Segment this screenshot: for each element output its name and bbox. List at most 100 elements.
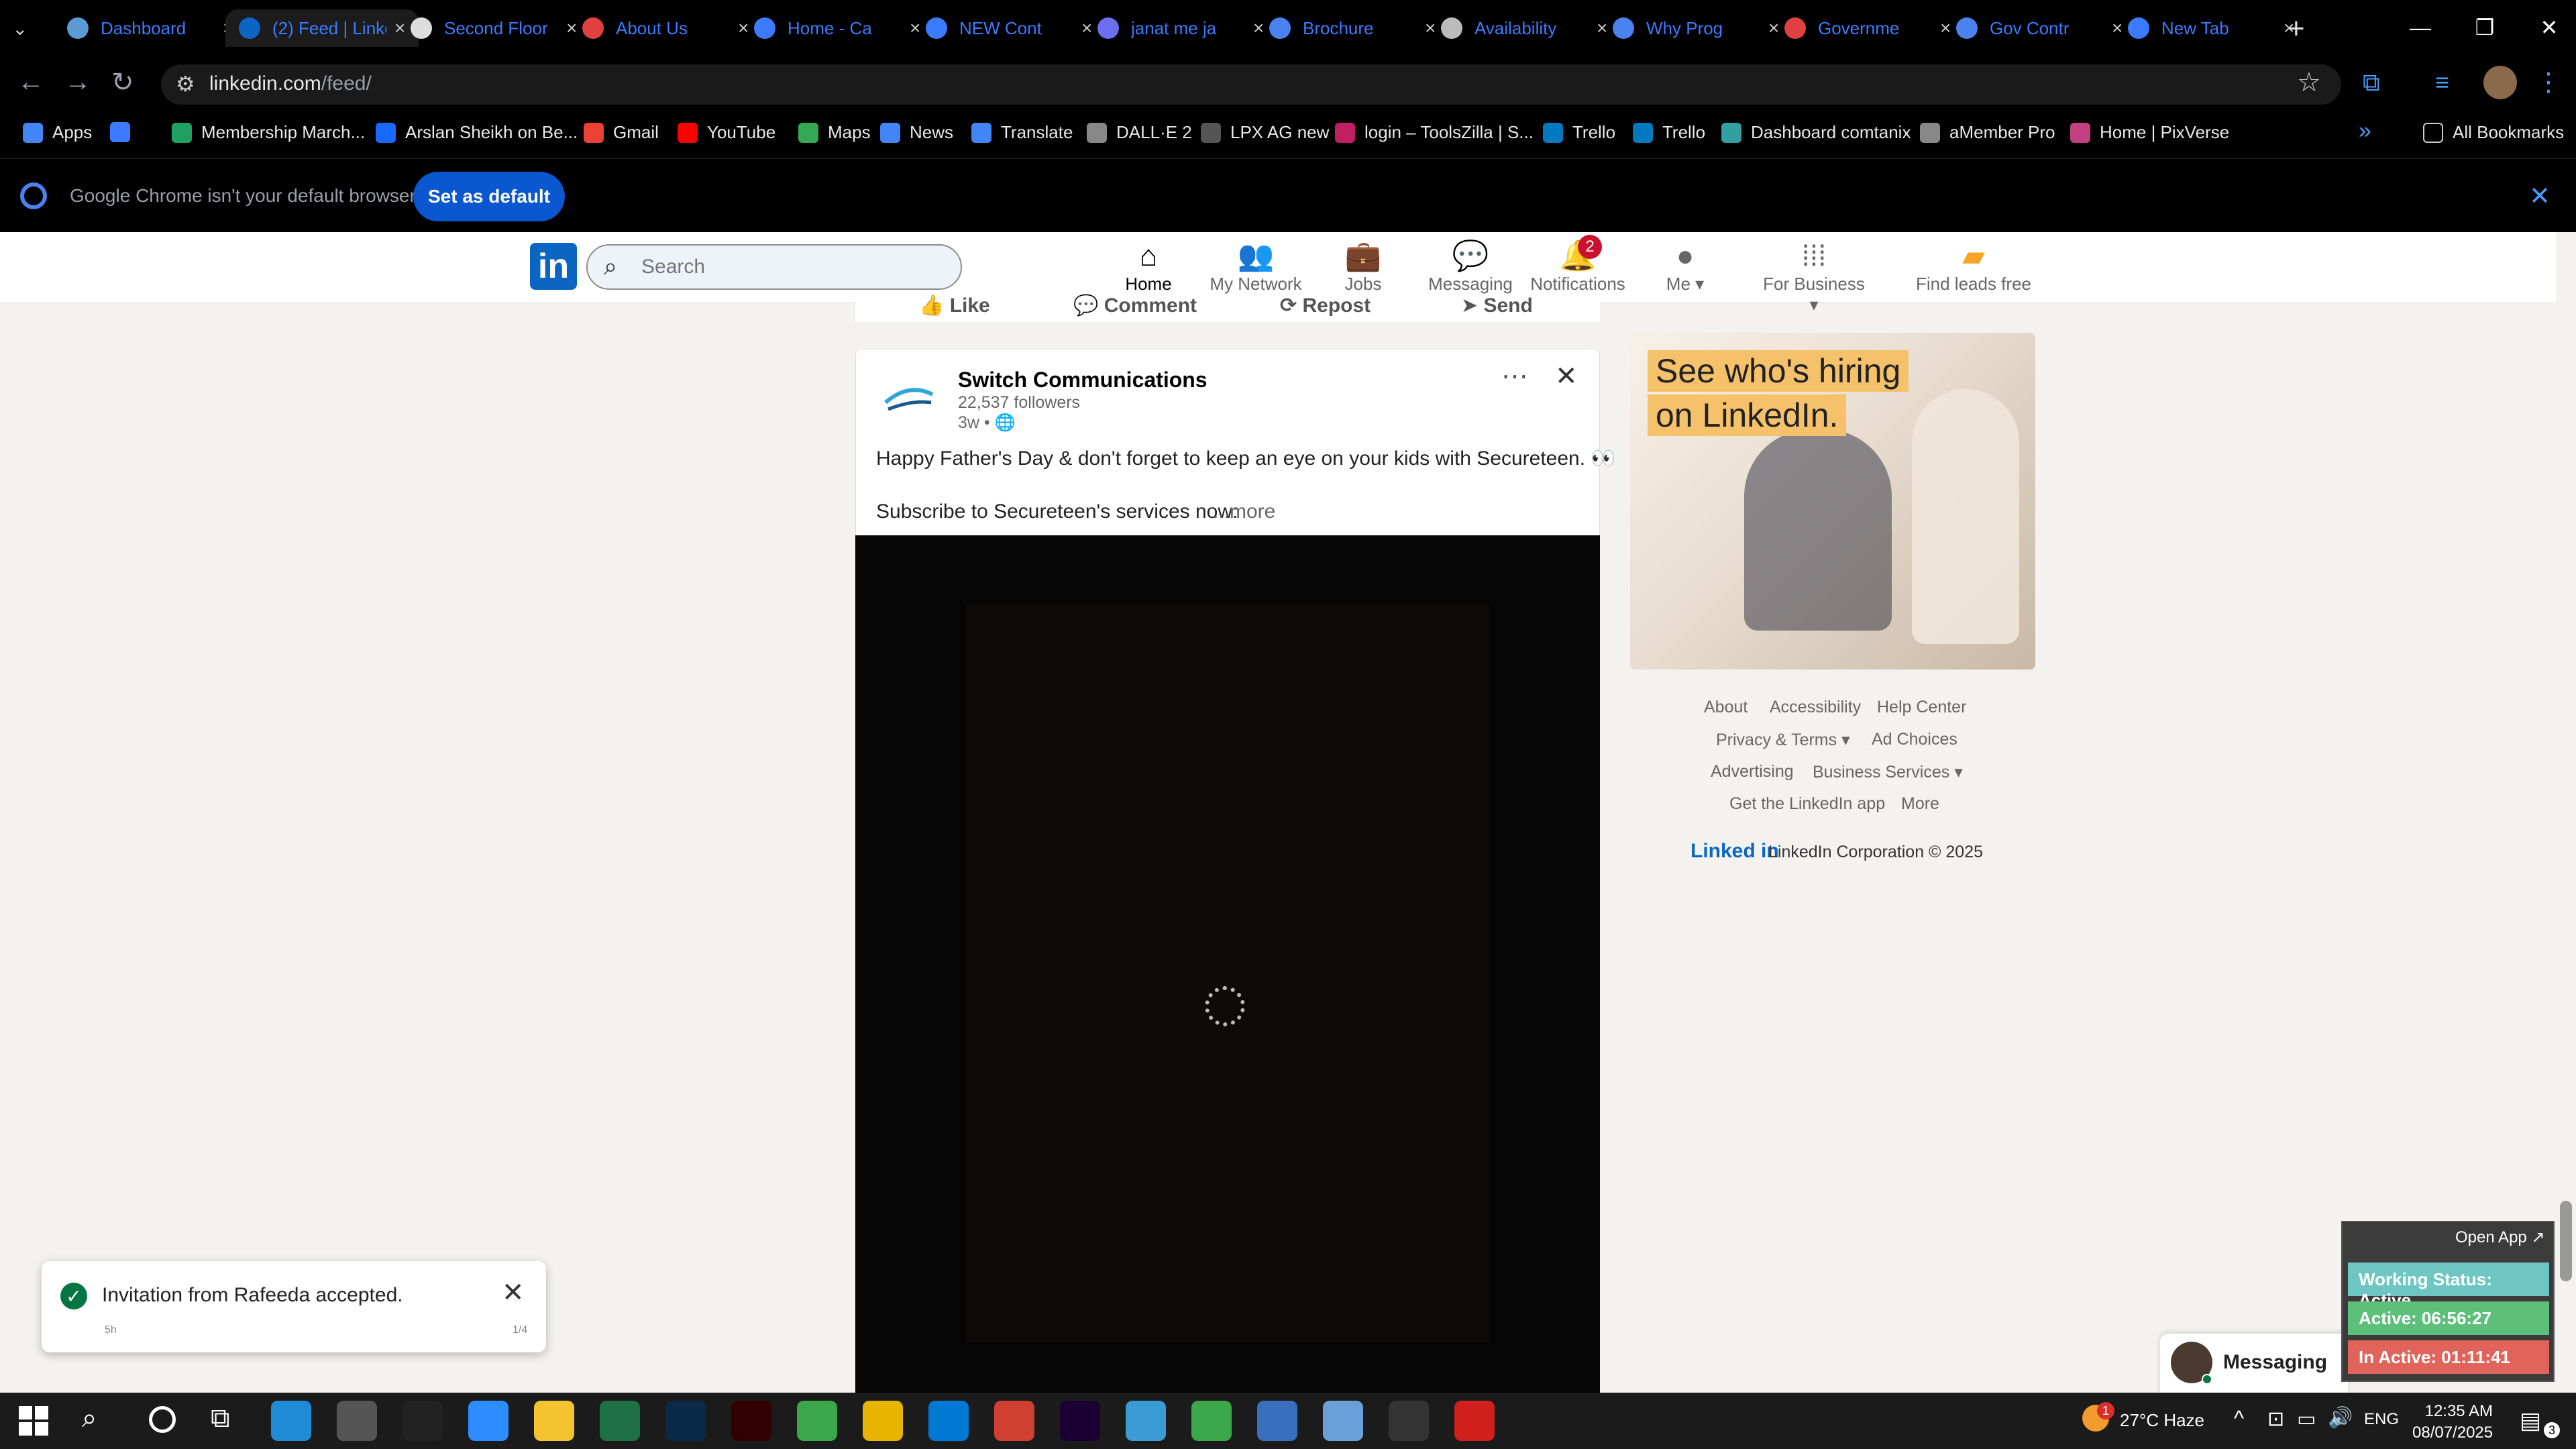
- excel-icon[interactable]: [600, 1401, 640, 1441]
- tab-2[interactable]: (2) Feed | LinkedIn×: [225, 9, 419, 47]
- app-blue-icon[interactable]: [1323, 1401, 1363, 1441]
- nav-me[interactable]: ● Me ▾: [1631, 239, 1739, 294]
- media-icon[interactable]: [1389, 1401, 1429, 1441]
- tab-3[interactable]: Second Floor ×: [397, 9, 590, 47]
- tab-search-icon[interactable]: ⌄: [12, 17, 28, 40]
- chrome-active-icon[interactable]: [994, 1401, 1034, 1441]
- clock-time[interactable]: 12:35 AM: [2419, 1402, 2493, 1421]
- like-button[interactable]: 👍 Like: [919, 294, 990, 317]
- network-icon[interactable]: ⊡: [2267, 1407, 2284, 1431]
- footer-business-services[interactable]: Business Services ▾: [1813, 762, 1963, 782]
- app-green2-icon[interactable]: [1191, 1401, 1232, 1441]
- nav-find-leads-free[interactable]: ▰ Find leads free: [1907, 239, 2041, 294]
- app-cyan-icon[interactable]: [1126, 1401, 1166, 1441]
- minimize-button[interactable]: —: [2388, 0, 2453, 55]
- search-box[interactable]: ⌕: [586, 244, 962, 290]
- linkedin-logo[interactable]: in: [530, 243, 577, 290]
- tray-chevron-icon[interactable]: ^: [2234, 1406, 2244, 1431]
- illustrator-icon[interactable]: [731, 1401, 771, 1441]
- footer-get-app[interactable]: Get the LinkedIn app: [1729, 794, 1885, 814]
- search-taskbar-icon[interactable]: ⌕: [82, 1403, 97, 1434]
- footer-help-center[interactable]: Help Center: [1877, 698, 1966, 717]
- acrobat-icon[interactable]: [1454, 1401, 1495, 1441]
- bookmark-3[interactable]: Membership March...: [172, 122, 365, 143]
- chrome-icon[interactable]: [863, 1401, 903, 1441]
- media-controls-icon[interactable]: ≡: [2435, 68, 2449, 97]
- bookmark-12[interactable]: login – ToolsZilla | S...: [1335, 122, 1534, 143]
- nav-messaging[interactable]: 💬 Messaging: [1417, 239, 1524, 294]
- bookmark-6[interactable]: YouTube: [678, 122, 775, 143]
- bookmark-1[interactable]: Apps: [23, 122, 92, 143]
- tab-7[interactable]: janat me ja ×: [1084, 9, 1277, 47]
- bookmark-11[interactable]: LPX AG new: [1201, 122, 1329, 143]
- explorer-icon[interactable]: [534, 1401, 574, 1441]
- photoshop-icon[interactable]: [665, 1401, 706, 1441]
- tab-13[interactable]: New Tab ×: [2114, 9, 2308, 47]
- post-company-name[interactable]: Switch Communications: [958, 368, 1208, 392]
- more-bookmarks-icon[interactable]: »: [2359, 118, 2371, 144]
- forward-button[interactable]: →: [64, 67, 91, 97]
- post-dismiss-icon[interactable]: ✕: [1555, 361, 1578, 392]
- menu-icon[interactable]: ⋮: [2536, 67, 2561, 97]
- all-bookmarks[interactable]: All Bookmarks: [2423, 122, 2564, 143]
- language-indicator[interactable]: ENG: [2364, 1410, 2399, 1429]
- site-info-icon[interactable]: ⚙: [176, 71, 195, 97]
- send-button[interactable]: ➤ Send: [1461, 294, 1533, 317]
- scrollbar-thumb[interactable]: [2560, 1201, 2572, 1281]
- address-bar[interactable]: [161, 64, 2341, 105]
- tab-10[interactable]: Why Prog ×: [1599, 9, 1792, 47]
- toast-close-icon[interactable]: ✕: [502, 1277, 525, 1308]
- restore-button[interactable]: ❐: [2453, 0, 2517, 55]
- tab-4[interactable]: About Us ×: [569, 9, 762, 47]
- tab-11[interactable]: Governme ×: [1771, 9, 1964, 47]
- url-text[interactable]: linkedin.com/feed/: [209, 72, 372, 95]
- back-button[interactable]: ←: [17, 67, 44, 97]
- action-center-icon[interactable]: ▤: [2520, 1407, 2541, 1434]
- edge-icon[interactable]: [271, 1401, 311, 1441]
- bookmark-16[interactable]: aMember Pro: [1920, 122, 2055, 143]
- cortana-icon[interactable]: [149, 1406, 176, 1433]
- footer-ad-choices[interactable]: Ad Choices: [1872, 730, 1957, 749]
- tab-12[interactable]: Gov Contr ×: [1943, 9, 2136, 47]
- set-as-default-button[interactable]: Set as default: [413, 172, 565, 221]
- footer-privacy-terms[interactable]: Privacy & Terms ▾: [1716, 730, 1850, 750]
- terminal-icon[interactable]: [402, 1401, 443, 1441]
- company-logo-icon[interactable]: [879, 369, 939, 429]
- open-app-button[interactable]: Open App ↗: [2455, 1228, 2545, 1247]
- nav-for-business[interactable]: ⁞⁞⁞ For Business ▾: [1760, 239, 1868, 315]
- profile-avatar[interactable]: [2483, 66, 2517, 99]
- nav-my-network[interactable]: 👥 My Network: [1202, 239, 1309, 294]
- new-tab-button[interactable]: +: [2288, 12, 2305, 46]
- pen-icon[interactable]: [337, 1401, 377, 1441]
- tab-1[interactable]: Dashboard×: [54, 9, 247, 47]
- bookmark-4[interactable]: Arslan Sheikh on Be...: [376, 122, 578, 143]
- windows-start-icon[interactable]: [19, 1406, 48, 1436]
- close-window-button[interactable]: ✕: [2517, 0, 2576, 55]
- bookmark-8[interactable]: News: [880, 122, 953, 143]
- footer-more[interactable]: More: [1901, 794, 1939, 814]
- weather-text[interactable]: 27°C Haze: [2120, 1410, 2204, 1431]
- tab-8[interactable]: Brochure ×: [1256, 9, 1449, 47]
- infobar-close-icon[interactable]: ✕: [2529, 181, 2551, 211]
- bookmark-13[interactable]: Trello: [1543, 122, 1615, 143]
- clock-date[interactable]: 08/07/2025: [2412, 1424, 2493, 1442]
- bookmark-10[interactable]: DALL·E 2: [1087, 122, 1192, 143]
- bookmark-5[interactable]: Gmail: [584, 122, 659, 143]
- reload-button[interactable]: ↻: [111, 67, 134, 98]
- bookmark-15[interactable]: Dashboard comtanix: [1721, 122, 1911, 143]
- bookmark-2[interactable]: [110, 122, 140, 142]
- volume-icon[interactable]: 🔊: [2328, 1406, 2353, 1430]
- calculator-icon[interactable]: [1257, 1401, 1297, 1441]
- comment-button[interactable]: 💬 Comment: [1073, 294, 1197, 317]
- post-options-icon[interactable]: ⋯: [1501, 361, 1528, 392]
- footer-advertising[interactable]: Advertising: [1711, 762, 1794, 782]
- tab-9[interactable]: Availability ×: [1428, 9, 1621, 47]
- task-view-icon[interactable]: ⧉: [211, 1403, 230, 1434]
- nav-home[interactable]: ⌂ Home: [1095, 239, 1202, 309]
- tab-6[interactable]: NEW Cont ×: [912, 9, 1106, 47]
- wifi-icon[interactable]: ▭: [2297, 1407, 2316, 1431]
- bookmark-14[interactable]: Trello: [1633, 122, 1705, 143]
- footer-accessibility[interactable]: Accessibility: [1770, 698, 1861, 717]
- footer-about[interactable]: About: [1704, 698, 1748, 717]
- see-more-link[interactable]: ...more: [1213, 500, 1275, 523]
